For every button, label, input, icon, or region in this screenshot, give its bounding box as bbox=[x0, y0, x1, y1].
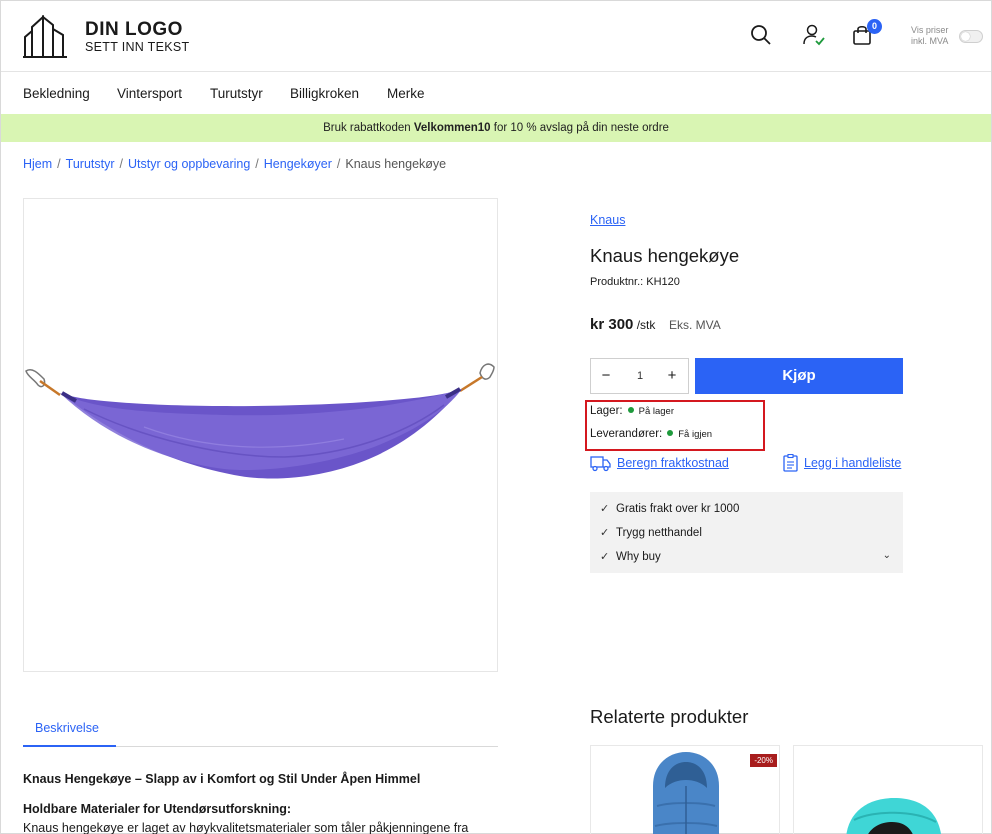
vat-toggle-label: Vis priser inkl. MVA bbox=[911, 25, 961, 47]
breadcrumb-separator: / bbox=[336, 157, 341, 171]
nav-item-turutstyr[interactable]: Turutstyr bbox=[210, 86, 263, 101]
supplier-stock-dot-icon bbox=[667, 430, 674, 437]
price-tax-note: Eks. MVA bbox=[669, 318, 721, 332]
stock-line-warehouse: Lager: På lager bbox=[590, 405, 674, 417]
sale-badge: -20% bbox=[750, 754, 777, 767]
breadcrumb: Hjem / Turutstyr / Utstyr og oppbevaring / Hen… bbox=[23, 157, 446, 171]
add-to-shopping-list-link[interactable]: Legg i handleliste bbox=[804, 456, 901, 470]
description-subtitle: Holdbare Materialer for Utendørsutforskn… bbox=[23, 802, 292, 816]
breadcrumb-home[interactable]: Hjem bbox=[23, 157, 52, 171]
quantity-input[interactable]: 1 bbox=[621, 359, 659, 393]
breadcrumb-separator: / bbox=[57, 157, 61, 171]
quantity-stepper: − 1 + bbox=[590, 358, 689, 394]
price-amount: kr 300 bbox=[590, 316, 634, 333]
cart-count-badge: 0 bbox=[867, 19, 882, 34]
logo-subtitle: SETT INN TEKST bbox=[85, 40, 190, 54]
supplier-label: Leverandører: bbox=[590, 428, 663, 440]
clipboard-list-icon[interactable] bbox=[782, 453, 804, 472]
description-title: Knaus Hengekøye – Slapp av i Komfort og … bbox=[23, 772, 421, 786]
benefit-label: Gratis frakt over kr 1000 bbox=[616, 503, 740, 515]
vat-label-line1: Vis priser bbox=[911, 25, 949, 35]
nav-item-merke[interactable]: Merke bbox=[387, 86, 425, 101]
chevron-down-icon[interactable]: ⌄ bbox=[883, 550, 891, 561]
price-unit: /stk bbox=[633, 318, 656, 332]
check-icon: ✓ bbox=[600, 503, 610, 515]
breadcrumb-turutstyr[interactable]: Turutstyr bbox=[66, 157, 115, 171]
stock-label: Lager: bbox=[590, 405, 623, 417]
product-title: Knaus hengekøye bbox=[590, 245, 740, 266]
brand-link[interactable]: Knaus bbox=[590, 213, 625, 227]
related-product-card[interactable]: -20% bbox=[590, 745, 780, 834]
breadcrumb-separator: / bbox=[119, 157, 123, 171]
vat-label-line2: inkl. MVA bbox=[911, 36, 949, 46]
logo-buildings-icon bbox=[23, 15, 67, 58]
tab-active-indicator bbox=[23, 745, 116, 747]
benefit-secure-shopping: ✓ Trygg netthandel bbox=[600, 526, 702, 539]
breadcrumb-separator: / bbox=[255, 157, 259, 171]
tab-description[interactable]: Beskrivelse bbox=[35, 721, 99, 735]
stock-line-supplier: Leverandører: Få igjen bbox=[590, 428, 712, 440]
breadcrumb-hengekoyer[interactable]: Hengekøyer bbox=[264, 157, 332, 171]
account-check-icon[interactable] bbox=[802, 23, 828, 49]
buy-button[interactable]: Kjøp bbox=[695, 358, 903, 394]
promo-code: Velkommen10 bbox=[413, 122, 491, 134]
benefits-panel: ✓ Gratis frakt over kr 1000 ✓ Trygg nettha… bbox=[590, 492, 903, 573]
nav-item-bekledning[interactable]: Bekledning bbox=[23, 86, 90, 101]
breadcrumb-current: Knaus hengekøye bbox=[345, 157, 447, 171]
main-nav: Bekledning Vintersport Turutstyr Billigk… bbox=[1, 73, 991, 114]
promo-text-before: Bruk rabattkoden bbox=[323, 122, 414, 134]
site-logo[interactable]: DIN LOGO SETT INN TEKST bbox=[23, 15, 203, 59]
quantity-increase-button[interactable]: + bbox=[657, 359, 687, 393]
in-stock-dot-icon bbox=[627, 407, 634, 414]
benefit-why-buy[interactable]: ✓ Why buy bbox=[600, 550, 661, 563]
nav-item-billigkroken[interactable]: Billigkroken bbox=[290, 86, 359, 101]
benefit-free-shipping: ✓ Gratis frakt over kr 1000 bbox=[600, 502, 739, 515]
hammock-illustration bbox=[25, 363, 495, 479]
product-image[interactable] bbox=[23, 198, 498, 672]
description-text: Knaus hengekøye er laget av høykvalitets… bbox=[23, 821, 469, 834]
supplier-status: Få igjen bbox=[678, 429, 713, 440]
nav-item-vintersport[interactable]: Vintersport bbox=[117, 86, 182, 101]
promo-banner: Bruk rabattkoden Velkommen10 for 10 % av… bbox=[1, 114, 991, 142]
truck-icon[interactable] bbox=[590, 454, 612, 472]
related-product-card[interactable] bbox=[793, 745, 983, 834]
benefit-label: Why buy bbox=[616, 551, 661, 563]
site-header: DIN LOGO SETT INN TEKST 0 Vis priser ink… bbox=[1, 1, 991, 72]
check-icon: ✓ bbox=[600, 527, 610, 539]
product-price: kr 300 /stk bbox=[590, 316, 655, 333]
helmet-image bbox=[846, 798, 941, 834]
calculate-shipping-link[interactable]: Beregn fraktkostnad bbox=[617, 456, 729, 470]
benefit-label: Trygg netthandel bbox=[616, 527, 702, 539]
product-number: Produktnr.: KH120 bbox=[590, 276, 680, 288]
logo-title: DIN LOGO bbox=[85, 19, 183, 40]
search-icon[interactable] bbox=[749, 23, 775, 49]
vat-toggle-switch[interactable] bbox=[959, 30, 983, 43]
breadcrumb-utstyr[interactable]: Utstyr og oppbevaring bbox=[128, 157, 250, 171]
promo-text-after: for 10 % avslag på din neste ordre bbox=[490, 122, 669, 134]
quantity-decrease-button[interactable]: − bbox=[591, 359, 621, 393]
check-icon: ✓ bbox=[600, 551, 610, 563]
related-products-title: Relaterte produkter bbox=[590, 706, 749, 727]
stock-status: På lager bbox=[638, 406, 674, 417]
